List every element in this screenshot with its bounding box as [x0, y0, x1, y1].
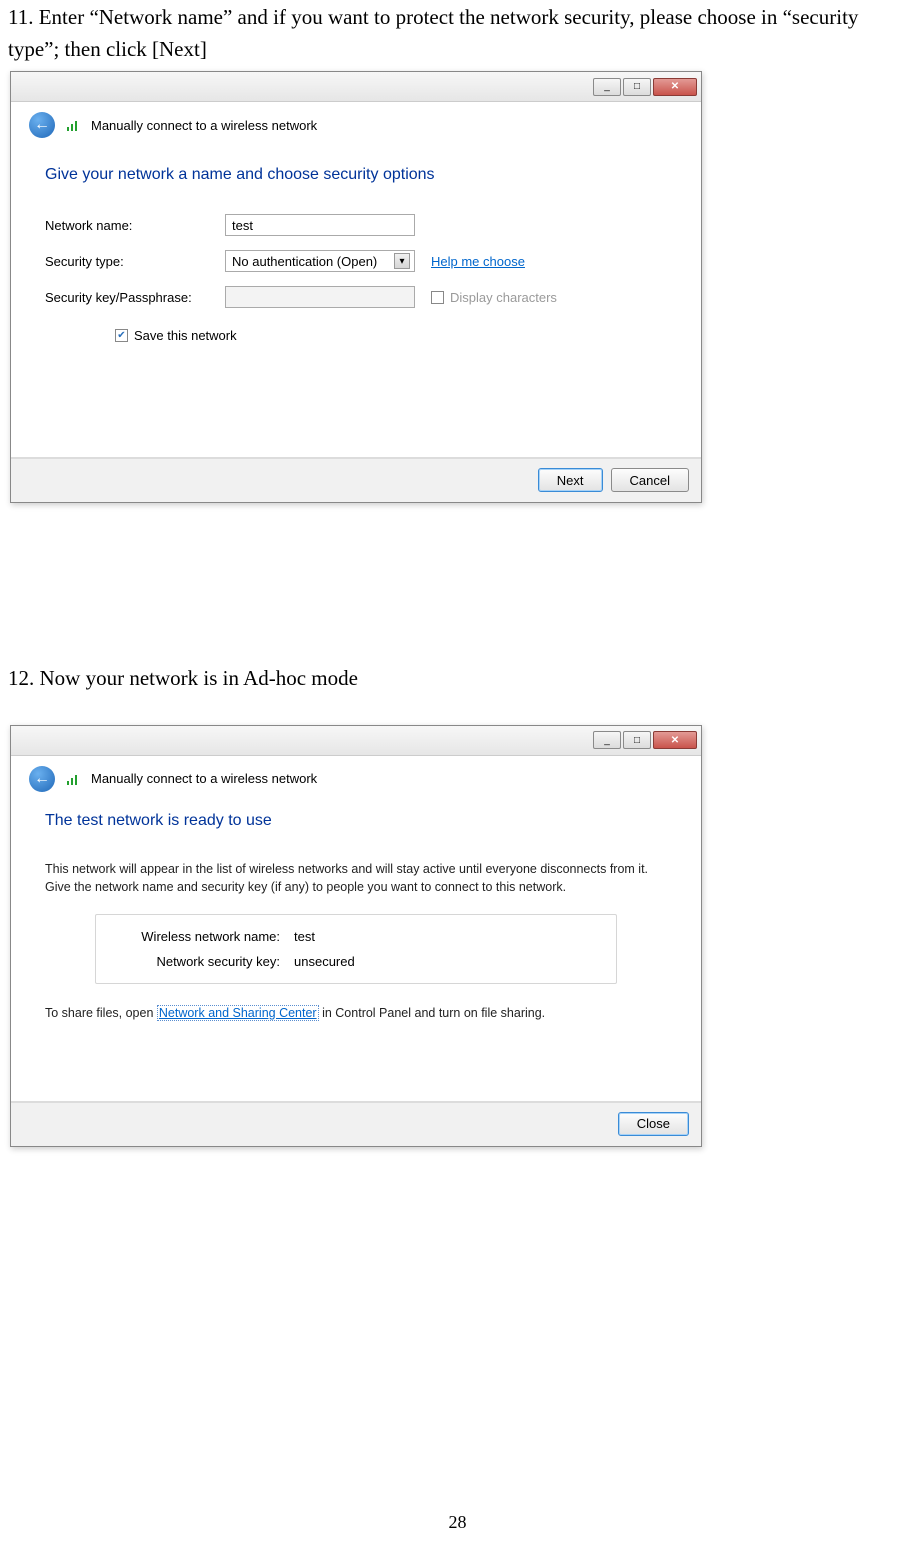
dialog-content: The test network is ready to use This ne…	[11, 796, 701, 1146]
dialog-network-ready: _ □ ✕ ← Manually connect to a wireless n…	[10, 725, 702, 1147]
display-chars-checkbox	[431, 291, 444, 304]
save-network-checkbox[interactable]: ✔	[115, 329, 128, 342]
dialog-heading: Give your network a name and choose secu…	[45, 166, 667, 184]
chevron-down-icon: ▾	[394, 253, 410, 269]
wname-value: test	[294, 929, 315, 944]
dialog-content: Give your network a name and choose secu…	[11, 142, 701, 502]
display-chars-label: Display characters	[450, 290, 557, 305]
back-icon[interactable]: ←	[29, 112, 55, 138]
wizard-header: ← Manually connect to a wireless network	[11, 102, 701, 142]
security-type-select[interactable]: No authentication (Open) ▾	[225, 250, 415, 272]
network-sharing-center-link[interactable]: Network and Sharing Center	[157, 1005, 319, 1021]
share-suffix: in Control Panel and turn on file sharin…	[319, 1006, 546, 1020]
wifi-icon	[65, 117, 81, 133]
key-label: Network security key:	[114, 954, 294, 969]
share-prefix: To share files, open	[45, 1006, 157, 1020]
network-name-input[interactable]	[225, 214, 415, 236]
network-name-label: Network name:	[45, 218, 225, 233]
close-button[interactable]: ✕	[653, 78, 697, 96]
network-summary-box: Wireless network name: test Network secu…	[95, 914, 617, 984]
wifi-icon	[65, 771, 81, 787]
security-type-label: Security type:	[45, 254, 225, 269]
next-button[interactable]: Next	[538, 468, 603, 492]
passphrase-input	[225, 286, 415, 308]
row-save-network: ✔ Save this network	[115, 328, 667, 343]
passphrase-label: Security key/Passphrase:	[45, 290, 225, 305]
step-11-text: 11. Enter “Network name” and if you want…	[8, 2, 907, 65]
wizard-header: ← Manually connect to a wireless network	[11, 756, 701, 796]
close-dialog-button[interactable]: Close	[618, 1112, 689, 1136]
share-files-text: To share files, open Network and Sharing…	[45, 1004, 667, 1022]
dialog-network-setup: _ □ ✕ ← Manually connect to a wireless n…	[10, 71, 702, 503]
maximize-button[interactable]: □	[623, 731, 651, 749]
dialog-heading: The test network is ready to use	[45, 812, 667, 830]
close-button[interactable]: ✕	[653, 731, 697, 749]
cancel-button[interactable]: Cancel	[611, 468, 689, 492]
wname-label: Wireless network name:	[114, 929, 294, 944]
button-row: Next Cancel	[538, 468, 689, 492]
window-title: Manually connect to a wireless network	[91, 118, 317, 133]
key-value: unsecured	[294, 954, 355, 969]
titlebar: _ □ ✕	[11, 72, 701, 102]
back-icon[interactable]: ←	[29, 766, 55, 792]
row-passphrase: Security key/Passphrase: Display charact…	[45, 286, 667, 308]
summary-row-key: Network security key: unsecured	[114, 954, 598, 969]
row-network-name: Network name:	[45, 214, 667, 236]
minimize-button[interactable]: _	[593, 731, 621, 749]
summary-row-name: Wireless network name: test	[114, 929, 598, 944]
security-type-value: No authentication (Open)	[232, 254, 377, 269]
row-security-type: Security type: No authentication (Open) …	[45, 250, 667, 272]
minimize-button[interactable]: _	[593, 78, 621, 96]
maximize-button[interactable]: □	[623, 78, 651, 96]
page-number: 28	[0, 1512, 915, 1533]
ready-body-text: This network will appear in the list of …	[45, 860, 667, 896]
titlebar: _ □ ✕	[11, 726, 701, 756]
display-chars-wrap: Display characters	[431, 290, 557, 305]
button-row: Close	[618, 1112, 689, 1136]
step-12-text: 12. Now your network is in Ad-hoc mode	[8, 663, 907, 695]
help-me-choose-link[interactable]: Help me choose	[431, 254, 525, 269]
save-network-label: Save this network	[134, 328, 237, 343]
window-title: Manually connect to a wireless network	[91, 771, 317, 786]
